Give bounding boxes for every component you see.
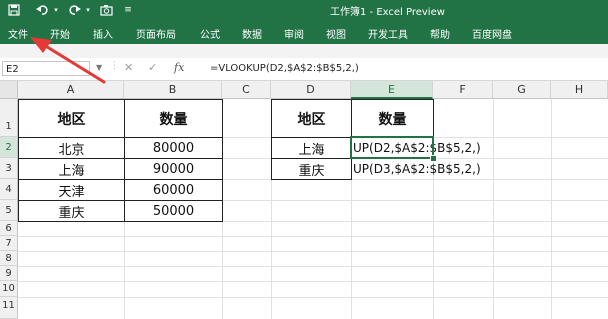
annotation-arrow-icon bbox=[30, 37, 106, 84]
